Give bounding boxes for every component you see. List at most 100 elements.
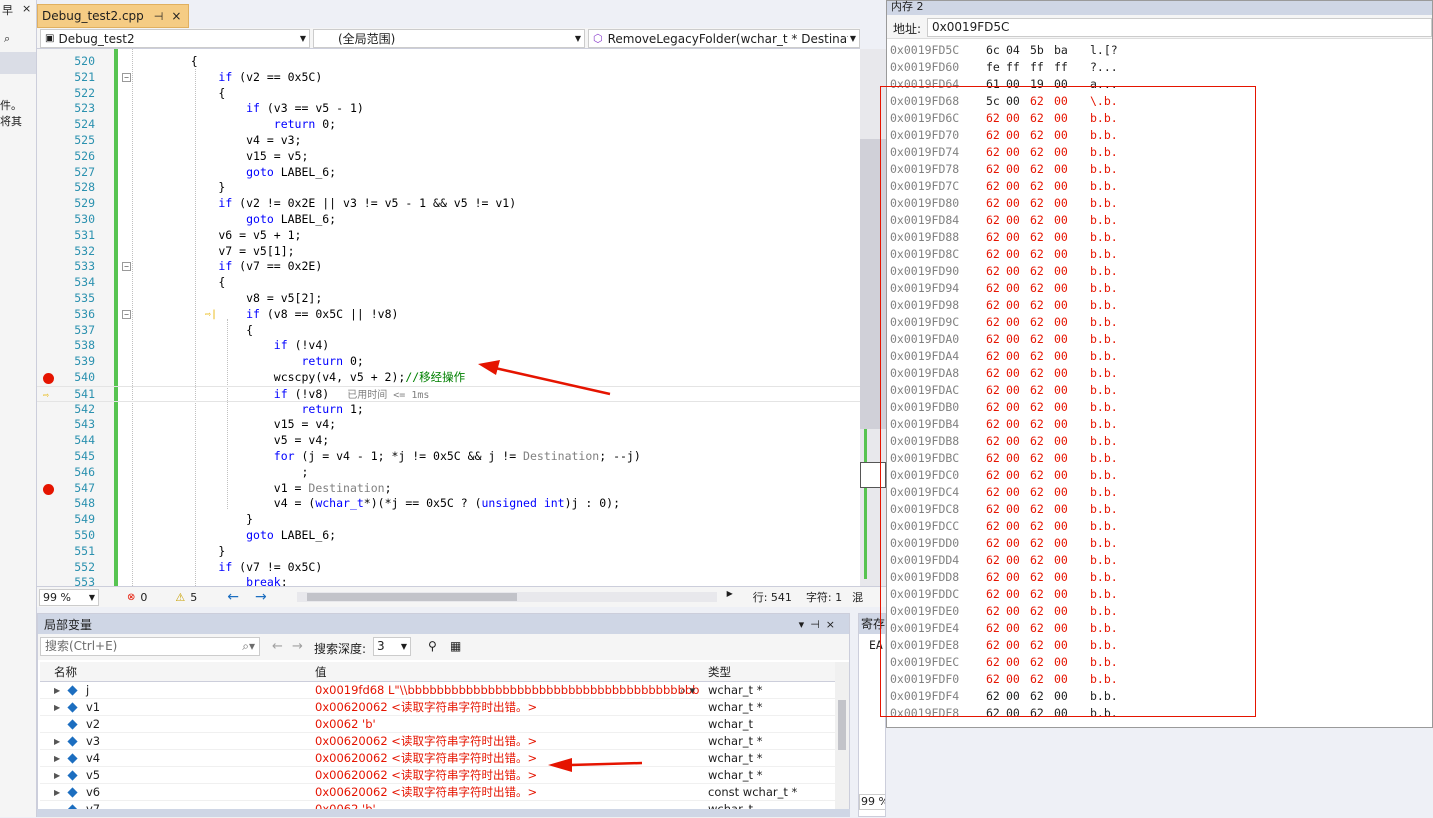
memory-title[interactable]: 内存 2 [887, 1, 1432, 15]
expand-icon[interactable]: ▶ [54, 733, 60, 750]
forward-arrow-icon[interactable]: → [255, 589, 267, 605]
locals-row-v4[interactable]: ▶ v4 0x00620062 <读取字符串字符时出错。> wchar_t * [40, 750, 835, 767]
locals-row-j[interactable]: ▶ j 0x0019fd68 L"\\bbbbbbbbbbbbbbbbbbbbbbb… [40, 682, 835, 699]
variable-value[interactable]: 0x00620062 <读取字符串字符时出错。> [315, 767, 700, 784]
header-value[interactable]: 值 [315, 662, 700, 682]
code-line[interactable]: 549 } [37, 512, 860, 528]
locals-search-input[interactable]: 搜索(Ctrl+E) ⌕▾ [40, 637, 260, 656]
memory-byte[interactable]: fe [986, 59, 1000, 76]
memory-byte[interactable]: ff [1054, 59, 1068, 76]
back-arrow-icon[interactable]: ← [227, 589, 239, 605]
variable-value[interactable]: 0x00620062 <读取字符串字符时出错。> [315, 733, 700, 750]
expand-icon[interactable]: ▶ [54, 699, 60, 716]
close-tab-icon[interactable]: × [171, 9, 181, 23]
header-type[interactable]: 类型 [708, 662, 835, 682]
hscroll-thumb[interactable] [306, 593, 517, 601]
locals-row-v2[interactable]: v2 0x0062 'b' wchar_t [40, 716, 835, 733]
locals-row-v6[interactable]: ▶ v6 0x00620062 <读取字符串字符时出错。> const wchar_t… [40, 784, 835, 801]
function-dropdown[interactable]: ⬡ RemoveLegacyFolder(wchar_t * Destinati… [588, 29, 860, 48]
code-line[interactable]: ⇨| 536− if (v8 == 0x5C || !v8) [37, 307, 860, 323]
code-line[interactable]: 527 goto LABEL_6; [37, 165, 860, 181]
expand-icon[interactable]: ▶ [54, 767, 60, 784]
code-line[interactable]: 535 v8 = v5[2]; [37, 291, 860, 307]
code-line[interactable]: 530 goto LABEL_6; [37, 212, 860, 228]
memory-byte[interactable]: ba [1054, 42, 1068, 59]
scope-dropdown[interactable]: (全局范围) ▼ [313, 29, 585, 48]
expand-icon[interactable]: ▶ [54, 784, 60, 801]
code-line[interactable]: 520 { [37, 54, 860, 70]
memory-byte[interactable]: 04 [1006, 42, 1020, 59]
zoom-dropdown[interactable]: 99 % ▼ [39, 588, 99, 606]
locals-row-v1[interactable]: ▶ v1 0x00620062 <读取字符串字符时出错。> wchar_t * [40, 699, 835, 716]
variable-value[interactable]: 0x00620062 <读取字符串字符时出错。> [315, 699, 700, 716]
code-line[interactable]: 542 return 1; [37, 402, 860, 418]
code-line[interactable]: 543 v15 = v4; [37, 417, 860, 433]
strip-pin-icon[interactable]: 早 [2, 2, 13, 18]
code-line[interactable]: 526 v15 = v5; [37, 149, 860, 165]
pin-watch-icon[interactable]: ⚲ [428, 639, 437, 653]
tab-debug-test2-cpp[interactable]: Debug_test2.cpp ⊣ × [37, 4, 189, 28]
expand-icon[interactable]: ▶ [54, 750, 60, 767]
error-icon[interactable]: ⊗ [127, 592, 135, 603]
expand-icon[interactable]: ▶ [54, 682, 60, 699]
strip-search-icon[interactable]: ⌕ [4, 32, 10, 46]
code-line[interactable]: 525 v4 = v3; [37, 133, 860, 149]
search-icon[interactable]: ⌕▾ [242, 638, 255, 655]
variable-value[interactable]: 0x0019fd68 L"\\bbbbbbbbbbbbbbbbbbbbbbbbb… [315, 682, 700, 699]
code-line[interactable]: 523 if (v3 == v5 - 1) [37, 101, 860, 117]
code-line[interactable]: 521 − if (v2 == 0x5C) [37, 70, 860, 86]
code-line[interactable]: 528 } [37, 180, 860, 196]
code-line[interactable]: 532 v7 = v5[1]; [37, 244, 860, 260]
header-name[interactable]: 名称 [54, 662, 309, 682]
code-line[interactable]: 550 goto LABEL_6; [37, 528, 860, 544]
visualizer-icon[interactable]: ⌕ ▾ [680, 682, 695, 699]
code-line[interactable]: 546 ; [37, 465, 860, 481]
code-line[interactable]: 553 break; [37, 575, 860, 586]
window-controls[interactable]: ▾⊣× [799, 618, 841, 631]
collapse-icon[interactable]: − [122, 72, 131, 82]
scroll-right-icon[interactable]: ▶ [727, 589, 733, 598]
collapse-icon[interactable]: − [122, 262, 131, 272]
code-line[interactable]: 533 − if (v7 == 0x2E) [37, 259, 860, 275]
address-input[interactable]: 0x0019FD5C [927, 18, 1432, 37]
code-line[interactable]: 544 v5 = v4; [37, 433, 860, 449]
project-dropdown[interactable]: ▣ Debug_test2 ▼ [40, 29, 310, 48]
code-line[interactable]: 524 return 0; [37, 117, 860, 133]
code-line[interactable]: 522 { [37, 86, 860, 102]
memory-byte[interactable]: ff [1006, 59, 1020, 76]
search-forward-icon[interactable]: → [292, 639, 303, 654]
code-line[interactable]: 552 if (v7 != 0x5C) [37, 560, 860, 576]
code-line[interactable]: 540 wcscpy(v4, v5 + 2);//移经操作 [37, 370, 860, 386]
horizontal-scrollbar[interactable]: ▶ [296, 589, 733, 602]
memory-byte[interactable]: ff [1030, 59, 1044, 76]
variable-value[interactable]: 0x0062 'b' [315, 716, 700, 733]
code-line[interactable]: 547 v1 = Destination; [37, 481, 860, 497]
grid-view-icon[interactable]: ▦ [450, 639, 461, 653]
code-editor[interactable]: 520 {521 − if (v2 == 0x5C) 522 {523 if (v3… [37, 49, 860, 586]
registers-zoom[interactable]: 99 % [859, 794, 885, 810]
locals-vscroll[interactable] [835, 662, 849, 812]
code-line[interactable]: 545 for (j = v4 - 1; *j != 0x5C && j != … [37, 449, 860, 465]
search-back-icon[interactable]: ← [272, 639, 283, 654]
locals-title-bar[interactable]: 局部变量 ▾⊣× [38, 614, 849, 634]
code-line[interactable]: 548 v4 = (wchar_t*)(*j == 0x5C ? (unsign… [37, 496, 860, 512]
code-line[interactable]: 539 return 0; [37, 354, 860, 370]
locals-row-v5[interactable]: ▶ v5 0x00620062 <读取字符串字符时出错。> wchar_t * [40, 767, 835, 784]
pin-icon[interactable]: ⊣ [154, 10, 164, 23]
code-line[interactable]: 531 v6 = v5 + 1; [37, 228, 860, 244]
code-line[interactable]: ⇨ 541 if (!v8) 已用时间 <= 1ms [37, 385, 860, 402]
warning-icon[interactable]: ⚠ [175, 591, 185, 604]
memory-byte[interactable]: 6c [986, 42, 1000, 59]
code-line[interactable]: 538 if (!v4) [37, 338, 860, 354]
code-line[interactable]: 551 } [37, 544, 860, 560]
locals-vscroll-thumb[interactable] [838, 700, 846, 750]
memory-byte[interactable]: 5b [1030, 42, 1044, 59]
variable-value[interactable]: 0x00620062 <读取字符串字符时出错。> [315, 784, 700, 801]
locals-row-v3[interactable]: ▶ v3 0x00620062 <读取字符串字符时出错。> wchar_t * [40, 733, 835, 750]
code-line[interactable]: 537 { [37, 323, 860, 339]
code-line[interactable]: 534 { [37, 275, 860, 291]
variable-value[interactable]: 0x00620062 <读取字符串字符时出错。> [315, 750, 700, 767]
code-line[interactable]: 529 if (v2 != 0x2E || v3 != v5 - 1 && v5… [37, 196, 860, 212]
collapse-icon[interactable]: − [122, 309, 131, 319]
strip-close-icon[interactable]: × [22, 2, 31, 15]
